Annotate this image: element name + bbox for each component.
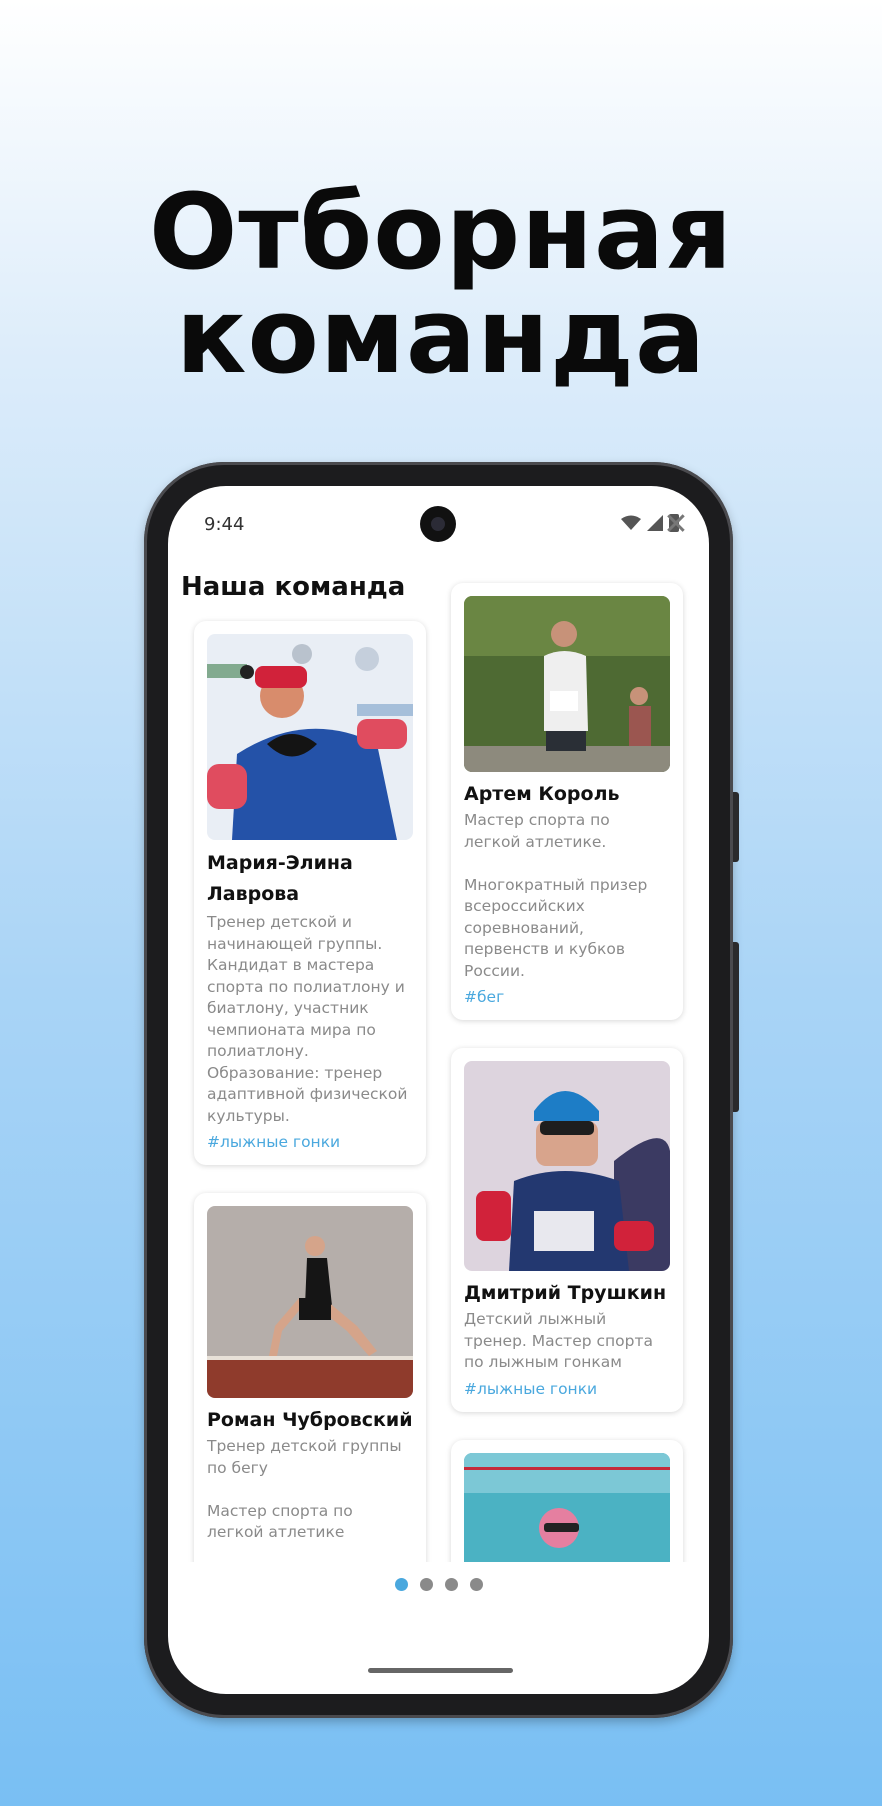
- member-tag[interactable]: #лыжные гонки: [464, 1380, 670, 1398]
- phone-screen: 9:44 ✕ Наша команда Мария-Элина Лаврова …: [168, 486, 709, 1694]
- member-name: Мария-Элина Лаврова: [207, 852, 353, 905]
- pagination-dot[interactable]: [419, 1578, 433, 1591]
- member-photo: [464, 1452, 670, 1562]
- cards-column-right: Артем Король Мастер спорта по легкой атл…: [451, 583, 683, 1562]
- member-photo: [464, 596, 670, 772]
- team-card[interactable]: Дмитрий Трушкин Детский лыжный тренер. М…: [451, 1048, 683, 1412]
- cards-column-left: Мария-Элина Лаврова Тренер детской и нач…: [194, 621, 426, 1562]
- pagination-dot[interactable]: [469, 1578, 483, 1591]
- volume-button: [733, 792, 739, 862]
- member-tag[interactable]: #лыжные гонки: [207, 1133, 413, 1151]
- hero-title: Отборная команда: [0, 180, 882, 388]
- member-description: Мастер спорта по легкой атлетике. Многок…: [464, 811, 648, 980]
- hero-title-line-2: команда: [175, 275, 707, 397]
- hero-title-line-1: Отборная: [148, 171, 733, 293]
- member-name: Артем Король: [464, 783, 620, 805]
- team-card[interactable]: Артем Король Мастер спорта по легкой атл…: [451, 583, 683, 1020]
- member-description: Тренер детской группы по бегу Мастер спо…: [207, 1437, 402, 1541]
- team-cards-area[interactable]: Наша команда Мария-Элина Лаврова Тренер …: [168, 486, 709, 1562]
- team-card[interactable]: Мария-Элина Лаврова Тренер детской и нач…: [194, 621, 426, 1165]
- power-button: [733, 942, 739, 1112]
- section-title: Наша команда: [181, 572, 406, 602]
- member-name: Дмитрий Трушкин: [464, 1282, 667, 1304]
- team-card[interactable]: [451, 1439, 683, 1562]
- pagination-dot-active[interactable]: [394, 1578, 408, 1591]
- pagination-dot[interactable]: [444, 1578, 458, 1591]
- member-photo: [464, 1061, 670, 1271]
- member-tag[interactable]: #бег: [464, 988, 670, 1006]
- pagination-dots: [168, 1578, 709, 1591]
- team-card[interactable]: Роман Чубровский Тренер детской группы п…: [194, 1193, 426, 1562]
- phone-frame: 9:44 ✕ Наша команда Мария-Элина Лаврова …: [144, 462, 739, 1718]
- member-photo: [207, 634, 413, 840]
- home-indicator[interactable]: [368, 1668, 513, 1673]
- member-name: Роман Чубровский: [207, 1409, 413, 1431]
- member-photo: [207, 1206, 413, 1398]
- member-description: Тренер детской и начинающей группы. Канд…: [207, 913, 408, 1125]
- member-description: Детский лыжный тренер. Мастер спорта по …: [464, 1310, 653, 1371]
